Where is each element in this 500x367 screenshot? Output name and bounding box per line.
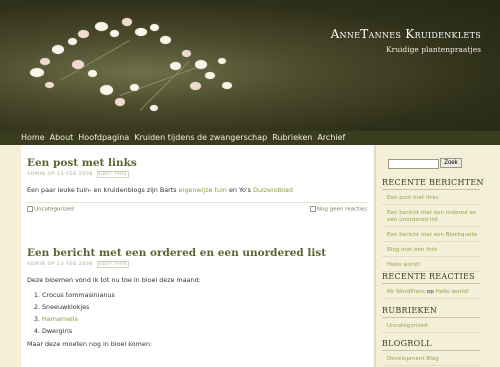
comment-icon <box>309 206 316 212</box>
nav-home[interactable]: Home <box>21 131 45 145</box>
list-item: Dwergiris <box>42 327 367 335</box>
folder-icon <box>27 206 33 212</box>
post-title[interactable]: Een post met links <box>27 157 367 169</box>
link-hamamelis[interactable]: Hamamelis <box>42 315 78 323</box>
widget-blogroll: Blogroll Development Blog <box>382 339 480 366</box>
post-text: en Yo's <box>226 186 254 194</box>
blog-title[interactable]: AnneTannes Kruidenklets <box>331 27 481 41</box>
post-body: Een paar leuke tuin- en kruidenblogs zij… <box>27 186 367 194</box>
nav-hoofdpagina[interactable]: Hoofdpagina <box>78 131 129 145</box>
page: AnneTannes Kruidenklets Kruidige planten… <box>0 0 500 367</box>
widget-recent-posts: Recente berichten Een post met links Een… <box>382 178 484 272</box>
post-meta: admin op 13 Feb 2008 Edit This <box>27 261 367 268</box>
post-intro: Deze bloemen vond ik tot nu toe in bloei… <box>27 276 201 284</box>
comment-connector: op <box>426 289 434 295</box>
widget-recent-comments: Recente reacties Mr WordPress op Hello w… <box>382 272 480 299</box>
comment-post-link[interactable]: Hello world! <box>436 289 470 295</box>
post-meta: admin op 13 Feb 2008 Edit This <box>27 171 367 178</box>
right-margin <box>485 145 500 367</box>
comments-link[interactable]: Nog geen reacties <box>309 206 367 213</box>
widget-title: Rubrieken <box>382 306 480 318</box>
nav-archief[interactable]: Archief <box>317 131 345 145</box>
post: Een post met links admin op 13 Feb 2008 … <box>27 157 367 215</box>
recent-post-link[interactable]: Een bericht met een Blockquote <box>382 227 480 242</box>
sidebar: Zoek Recente berichten Een post met link… <box>375 145 485 367</box>
widget-title: Blogroll <box>382 339 480 351</box>
blog-description: Kruidige plantenpraatjes <box>386 45 481 54</box>
recent-post-link[interactable]: Blog met een foto <box>382 242 480 257</box>
comment-author-link[interactable]: Mr WordPress <box>387 289 425 295</box>
recent-post-link[interactable]: Hello world! <box>382 257 480 272</box>
main-nav: Home About Hoofdpagina Kruiden tijdens d… <box>0 131 500 145</box>
widget-title: Recente berichten <box>382 178 484 190</box>
post-footer: Uncategorized Nog geen reacties <box>27 202 367 215</box>
ordered-list: Crocus tommasinianus Sneeuwklokjes Hamam… <box>27 291 367 335</box>
post-date: admin op 13 Feb 2008 <box>27 262 93 267</box>
post: Een bericht met een ordered en een unord… <box>27 247 367 348</box>
nav-about[interactable]: About <box>50 131 74 145</box>
link-duizendblad[interactable]: Duizendblad <box>253 186 293 194</box>
list-item: Sneeuwklokjes <box>42 303 367 311</box>
main-content: Een post met links admin op 13 Feb 2008 … <box>21 145 373 367</box>
category-link[interactable]: Uncategorized <box>382 318 480 333</box>
blogroll-link[interactable]: Development Blog <box>382 351 480 366</box>
post-text: Een paar leuke tuin- en kruidenblogs zij… <box>27 186 179 194</box>
link-eigenwijze-tuin[interactable]: eigenwijze tuin <box>179 186 227 194</box>
recent-post-link[interactable]: Een bericht met een ordered en een unord… <box>382 205 480 227</box>
list-item: Hamamelis <box>42 315 367 323</box>
search-input[interactable] <box>388 159 439 169</box>
post-title[interactable]: Een bericht met een ordered en een unord… <box>27 247 367 259</box>
category-link[interactable]: Uncategorized <box>27 206 74 213</box>
post-outro: Maar deze moeten nog in bloei komen: <box>27 340 153 348</box>
recent-post-link[interactable]: Een post met links <box>382 190 480 205</box>
widget-title: Recente reacties <box>382 272 480 284</box>
header-banner: AnneTannes Kruidenklets Kruidige planten… <box>0 0 500 131</box>
search-button[interactable]: Zoek <box>440 158 462 168</box>
nav-rubrieken[interactable]: Rubrieken <box>272 131 312 145</box>
post-date: admin op 13 Feb 2008 <box>27 172 93 177</box>
edit-link[interactable]: Edit This <box>96 261 129 268</box>
recent-comment: Mr WordPress op Hello world! <box>382 284 480 299</box>
widget-categories: Rubrieken Uncategorized <box>382 306 480 333</box>
nav-kruiden-zwangerschap[interactable]: Kruiden tijdens de zwangerschap <box>134 131 267 145</box>
edit-link[interactable]: Edit This <box>96 171 129 178</box>
list-item: Crocus tommasinianus <box>42 291 367 299</box>
